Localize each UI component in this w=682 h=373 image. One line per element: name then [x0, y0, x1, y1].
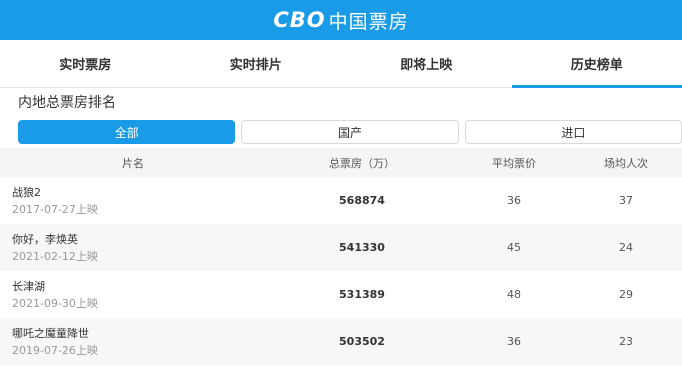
tab-history-chart[interactable]: 历史榜单 [511, 40, 682, 88]
table-row[interactable]: 哪吒之魔童降世 2019-07-26上映 503502 36 23 [0, 318, 682, 365]
table-row[interactable]: 战狼2 2017-07-27上映 568874 36 37 [0, 177, 682, 224]
avg-price: 48 [507, 288, 521, 301]
total-gross: 568874 [339, 194, 385, 207]
logo-text: 中国票房 [328, 10, 409, 33]
avg-people: 24 [619, 241, 633, 254]
movie-cell: 哪吒之魔童降世 2019-07-26上映 [0, 326, 266, 358]
table-header: 片名 总票房（万） 平均票价 场均人次 [0, 148, 682, 177]
section-title: 内地总票房排名 [18, 95, 116, 111]
filter-imported-button[interactable]: 进口 [464, 120, 682, 144]
tab-realtime-boxoffice[interactable]: 实时票房 [0, 40, 171, 87]
boxoffice-table: 片名 总票房（万） 平均票价 场均人次 战狼2 2017-07-27上映 568… [0, 148, 682, 365]
column-header-gross: 总票房（万） [329, 156, 395, 170]
release-date: 2019-07-26上映 [12, 343, 98, 357]
release-date: 2021-09-30上映 [12, 296, 98, 310]
total-gross: 531389 [339, 288, 385, 301]
column-header-title: 片名 [122, 156, 144, 170]
movie-title: 你好，李焕英 [12, 232, 78, 246]
cbo-logo[interactable]: CBO 中国票房 [273, 7, 408, 34]
table-row[interactable]: 你好，李焕英 2021-02-12上映 541330 45 24 [0, 224, 682, 271]
filter-all-button[interactable]: 全部 [18, 120, 236, 144]
movie-title: 战狼2 [12, 185, 41, 199]
total-gross: 503502 [339, 335, 385, 348]
tab-realtime-schedule[interactable]: 实时排片 [171, 40, 342, 87]
avg-people: 29 [619, 288, 633, 301]
tab-upcoming[interactable]: 即将上映 [341, 40, 512, 87]
release-date: 2021-02-12上映 [12, 249, 98, 263]
movie-title: 长津湖 [12, 279, 45, 293]
movie-title: 哪吒之魔童降世 [12, 326, 89, 340]
logo-mark: CBO [273, 8, 326, 32]
avg-price: 36 [507, 194, 521, 207]
avg-people: 37 [619, 194, 633, 207]
movie-cell: 战狼2 2017-07-27上映 [0, 185, 266, 217]
movie-cell: 你好，李焕英 2021-02-12上映 [0, 232, 266, 264]
avg-price: 36 [507, 335, 521, 348]
column-header-avg-people: 场均人次 [604, 156, 648, 170]
nav-tabs: 实时票房 实时排片 即将上映 历史榜单 [0, 40, 682, 88]
release-date: 2017-07-27上映 [12, 202, 98, 216]
table-row[interactable]: 长津湖 2021-09-30上映 531389 48 29 [0, 271, 682, 318]
filter-domestic-button[interactable]: 国产 [241, 120, 459, 144]
avg-price: 45 [507, 241, 521, 254]
filter-group: 全部 国产 进口 [0, 116, 682, 148]
top-bar: CBO 中国票房 [0, 0, 682, 40]
total-gross: 541330 [339, 241, 385, 254]
avg-people: 23 [619, 335, 633, 348]
column-header-avg-price: 平均票价 [492, 156, 536, 170]
movie-cell: 长津湖 2021-09-30上映 [0, 279, 266, 311]
